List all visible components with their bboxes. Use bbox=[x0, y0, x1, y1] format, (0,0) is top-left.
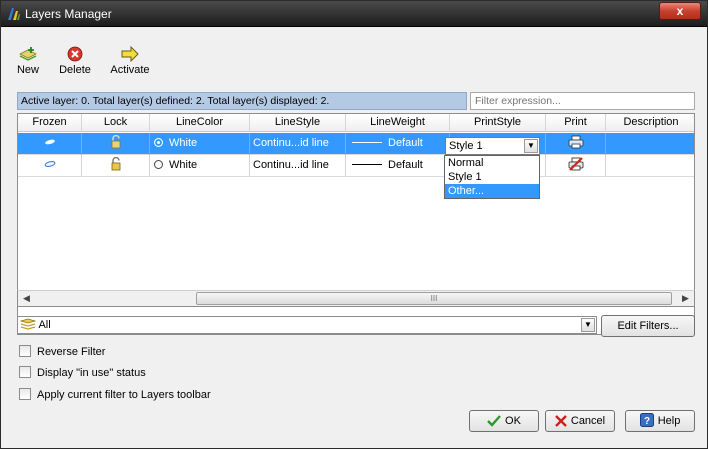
filter-icon bbox=[19, 318, 37, 330]
printstyle-select[interactable]: Style 1 ▼ bbox=[445, 137, 540, 155]
column-header-print[interactable]: Print bbox=[546, 114, 606, 132]
column-header-linestyle[interactable]: LineStyle bbox=[250, 114, 346, 132]
apply-filter-toolbar-checkbox[interactable] bbox=[19, 388, 31, 400]
activate-label: Activate bbox=[110, 64, 150, 76]
lineweight-cell[interactable]: Default bbox=[346, 155, 450, 177]
apply-filter-toolbar-label: Apply current filter to Layers toolbar bbox=[37, 389, 211, 401]
printstyle-options-list[interactable]: Normal Style 1 Other... bbox=[444, 155, 540, 199]
column-header-printstyle[interactable]: PrintStyle bbox=[450, 114, 546, 132]
color-swatch-icon bbox=[154, 138, 163, 147]
reverse-filter-checkbox[interactable] bbox=[19, 345, 31, 357]
new-button[interactable]: New bbox=[13, 42, 43, 82]
horizontal-scrollbar[interactable]: ◀ III ▶ bbox=[17, 290, 695, 307]
cancel-button[interactable]: Cancel bbox=[545, 410, 615, 432]
lock-cell[interactable] bbox=[82, 133, 150, 155]
layers-manager-window: Layers Manager x New Delete Activate Act… bbox=[0, 0, 708, 449]
display-in-use-label: Display "in use" status bbox=[37, 367, 146, 379]
apply-filter-toolbar-option[interactable]: Apply current filter to Layers toolbar bbox=[19, 388, 211, 402]
dialog-body: New Delete Activate Active layer: 0. Tot… bbox=[9, 28, 699, 442]
printer-icon bbox=[568, 135, 583, 149]
option-normal[interactable]: Normal bbox=[445, 156, 539, 170]
new-layer-icon bbox=[19, 47, 37, 61]
no-print-icon bbox=[568, 157, 583, 171]
filter-expression-input[interactable] bbox=[475, 95, 690, 107]
print-cell[interactable] bbox=[546, 155, 606, 177]
delete-label: Delete bbox=[59, 64, 91, 76]
new-label: New bbox=[16, 64, 39, 76]
unlock-icon bbox=[111, 134, 120, 149]
ok-button[interactable]: OK bbox=[469, 410, 539, 432]
description-cell[interactable] bbox=[606, 133, 694, 155]
option-style-1[interactable]: Style 1 bbox=[445, 170, 539, 184]
linecolor-value: White bbox=[169, 137, 198, 149]
printstyle-selected: Style 1 bbox=[449, 140, 483, 152]
linestyle-cell[interactable]: Continu...id line bbox=[250, 133, 346, 155]
table-row[interactable]: White Continu...id line Default bbox=[18, 155, 694, 177]
delete-button[interactable]: Delete bbox=[57, 42, 93, 82]
reverse-filter-option[interactable]: Reverse Filter bbox=[19, 345, 105, 359]
status-text: Active layer: 0. Total layer(s) defined:… bbox=[17, 92, 467, 110]
description-cell[interactable] bbox=[606, 155, 694, 177]
filter-expression-field[interactable] bbox=[470, 92, 695, 110]
color-swatch-icon bbox=[154, 160, 163, 169]
linecolor-cell[interactable]: White bbox=[150, 133, 250, 155]
close-button[interactable]: x bbox=[659, 2, 701, 20]
app-logo-icon bbox=[8, 8, 20, 20]
grid-header: Frozen Lock LineColor LineStyle LineWeig… bbox=[18, 114, 694, 132]
linecolor-value: White bbox=[169, 159, 198, 171]
check-icon bbox=[487, 415, 501, 427]
linestyle-cell[interactable]: Continu...id line bbox=[250, 155, 346, 177]
scroll-thumb[interactable]: III bbox=[196, 292, 672, 305]
column-header-lineweight[interactable]: LineWeight bbox=[346, 114, 450, 132]
lineweight-value: Default bbox=[388, 159, 423, 171]
unlock-icon bbox=[111, 156, 120, 171]
filter-value: All bbox=[38, 319, 51, 331]
lineweight-value: Default bbox=[388, 137, 423, 149]
lineweight-sample bbox=[352, 164, 382, 165]
layer-filter-select[interactable]: All ▼ bbox=[17, 316, 597, 334]
scroll-left-icon[interactable]: ◀ bbox=[18, 291, 35, 306]
help-icon: ? bbox=[639, 413, 654, 427]
reverse-filter-label: Reverse Filter bbox=[37, 346, 106, 358]
sun-thawed-icon bbox=[44, 161, 55, 167]
column-header-linecolor[interactable]: LineColor bbox=[150, 114, 250, 132]
cancel-label: Cancel bbox=[570, 415, 606, 427]
column-header-lock[interactable]: Lock bbox=[82, 114, 150, 132]
table-row[interactable]: White Continu...id line Default bbox=[18, 133, 694, 155]
title-bar[interactable]: Layers Manager x bbox=[1, 1, 707, 27]
svg-text:?: ? bbox=[644, 416, 650, 427]
help-button[interactable]: ? Help bbox=[625, 410, 695, 432]
frozen-cell[interactable] bbox=[18, 155, 82, 177]
window-title: Layers Manager bbox=[25, 7, 112, 21]
activate-button[interactable]: Activate bbox=[108, 42, 152, 82]
option-other[interactable]: Other... bbox=[445, 184, 539, 198]
display-in-use-checkbox[interactable] bbox=[19, 366, 31, 378]
column-header-frozen[interactable]: Frozen bbox=[18, 114, 82, 132]
ok-label: OK bbox=[505, 415, 521, 427]
print-cell[interactable] bbox=[546, 133, 606, 155]
delete-icon bbox=[67, 46, 83, 62]
lineweight-sample bbox=[352, 142, 382, 143]
arrow-right-icon bbox=[121, 46, 139, 62]
cancel-x-icon bbox=[555, 415, 567, 427]
linecolor-cell[interactable]: White bbox=[150, 155, 250, 177]
column-header-description[interactable]: Description bbox=[606, 114, 694, 132]
help-label: Help bbox=[657, 415, 681, 427]
display-in-use-option[interactable]: Display "in use" status bbox=[19, 366, 146, 380]
lineweight-cell[interactable]: Default bbox=[346, 133, 450, 155]
chevron-down-icon[interactable]: ▼ bbox=[524, 139, 538, 153]
sun-thawed-icon bbox=[44, 139, 55, 145]
chevron-down-icon[interactable]: ▼ bbox=[581, 318, 595, 332]
edit-filters-button[interactable]: Edit Filters... bbox=[601, 315, 695, 337]
lock-cell[interactable] bbox=[82, 155, 150, 177]
frozen-cell[interactable] bbox=[18, 133, 82, 155]
scroll-right-icon[interactable]: ▶ bbox=[677, 291, 694, 306]
